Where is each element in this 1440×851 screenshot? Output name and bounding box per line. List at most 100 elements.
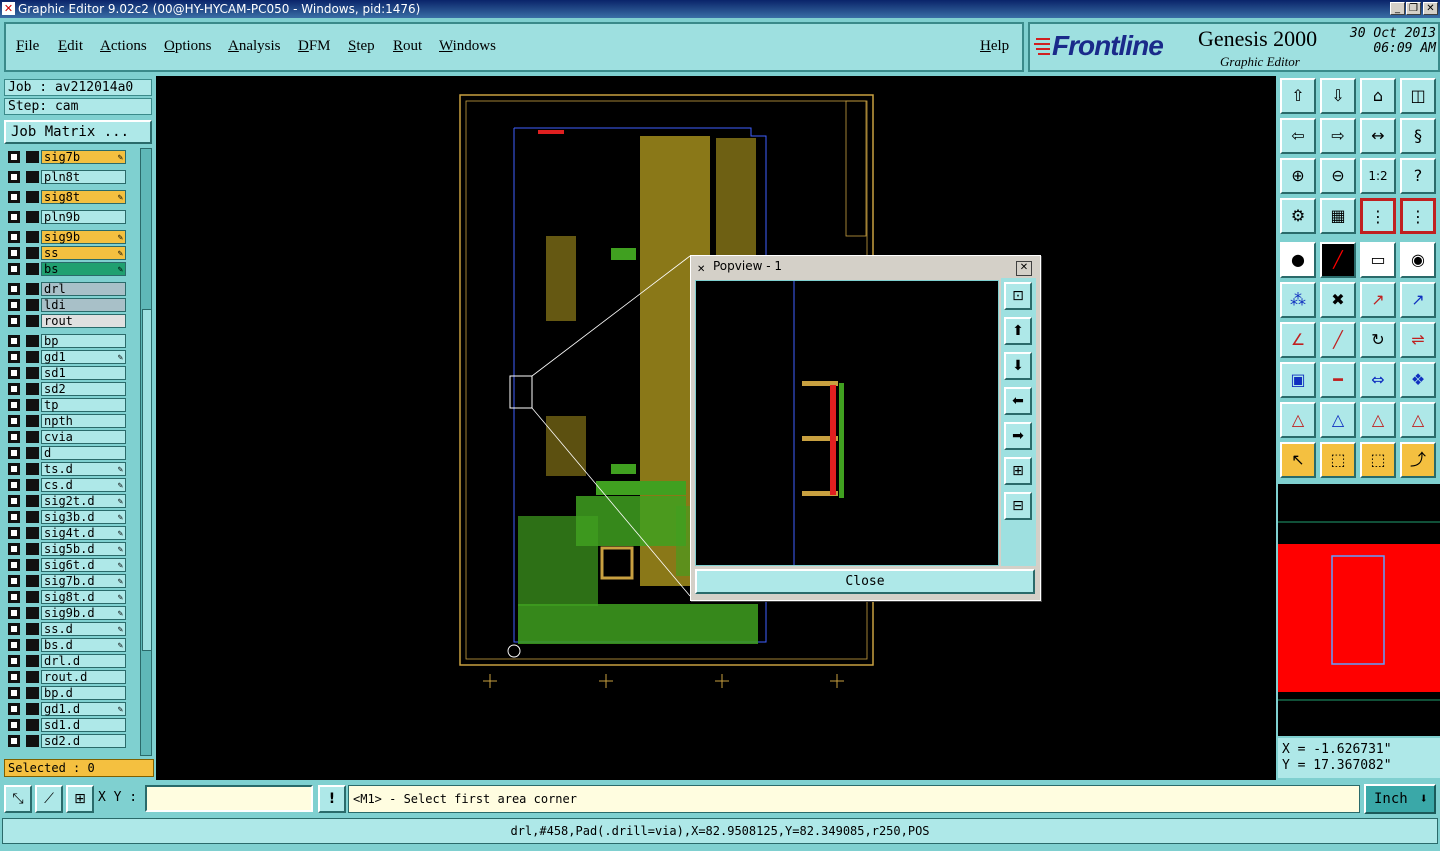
popview-canvas[interactable] xyxy=(695,280,999,566)
layer-name[interactable]: drl xyxy=(41,282,126,296)
layer-checkbox[interactable] xyxy=(8,367,20,379)
layer-color-swatch[interactable] xyxy=(26,735,39,747)
layer-checkbox[interactable] xyxy=(8,211,20,223)
layer-row[interactable]: pln8t xyxy=(4,170,138,184)
menu-dfm[interactable]: DFM xyxy=(298,38,331,55)
layer-checkbox[interactable] xyxy=(8,607,20,619)
layer-color-swatch[interactable] xyxy=(26,283,39,295)
layer-name[interactable]: bs ✎ xyxy=(41,262,126,276)
snap-alt-icon[interactable]: ⋮ xyxy=(1400,198,1436,234)
layer-name[interactable]: sig4t.d ✎ xyxy=(41,526,126,540)
layer-color-swatch[interactable] xyxy=(26,607,39,619)
layer-checkbox[interactable] xyxy=(8,351,20,363)
layer-name[interactable]: tp xyxy=(41,398,126,412)
layer-row[interactable]: sig3b.d ✎ xyxy=(4,510,138,524)
layer-name[interactable]: sig6t.d ✎ xyxy=(41,558,126,572)
mirror-icon[interactable]: ↔ xyxy=(1360,118,1396,154)
layer-row[interactable]: rout xyxy=(4,314,138,328)
popview-zoom-in-icon[interactable]: ⊞ xyxy=(1004,457,1032,485)
layer-name[interactable]: bp.d xyxy=(41,686,126,700)
help-icon[interactable]: ? xyxy=(1400,158,1436,194)
layer-row[interactable]: rout.d xyxy=(4,670,138,684)
layer-checkbox[interactable] xyxy=(8,479,20,491)
snap-grid-icon[interactable]: ⊞ xyxy=(66,785,94,813)
group-icon[interactable]: ❖ xyxy=(1400,362,1436,398)
layer-color-swatch[interactable] xyxy=(26,559,39,571)
layer-checkbox[interactable] xyxy=(8,703,20,715)
layer-row[interactable]: ss ✎ xyxy=(4,246,138,260)
move-point-icon[interactable]: ↗ xyxy=(1360,282,1396,318)
menu-edit[interactable]: Edit xyxy=(58,38,83,55)
layer-name[interactable]: sig3b.d ✎ xyxy=(41,510,126,524)
layer-color-swatch[interactable] xyxy=(26,399,39,411)
layer-list-scrollbar[interactable] xyxy=(140,148,152,756)
layer-checkbox[interactable] xyxy=(8,383,20,395)
menu-rout[interactable]: Rout xyxy=(393,38,422,55)
menu-help[interactable]: Help xyxy=(980,38,1009,55)
layer-color-swatch[interactable] xyxy=(26,415,39,427)
layer-color-swatch[interactable] xyxy=(26,639,39,651)
layer-row[interactable]: sd1 xyxy=(4,366,138,380)
layer-row[interactable]: tp xyxy=(4,398,138,412)
layer-checkbox[interactable] xyxy=(8,299,20,311)
menu-analysis[interactable]: Analysis xyxy=(228,38,281,55)
copy-point-icon[interactable]: ↗ xyxy=(1400,282,1436,318)
layer-checkbox[interactable] xyxy=(8,575,20,587)
layer-row[interactable]: drl.d xyxy=(4,654,138,668)
delete-icon[interactable]: ✖ xyxy=(1320,282,1356,318)
layer-color-swatch[interactable] xyxy=(26,231,39,243)
layer-row[interactable]: npth xyxy=(4,414,138,428)
layer-checkbox[interactable] xyxy=(8,559,20,571)
layer-color-swatch[interactable] xyxy=(26,299,39,311)
popview-close-button[interactable]: Close xyxy=(695,569,1035,594)
layer-checkbox[interactable] xyxy=(8,151,20,163)
layer-row[interactable]: gd1 ✎ xyxy=(4,350,138,364)
zoom-out-icon[interactable]: ⊖ xyxy=(1320,158,1356,194)
layer-color-swatch[interactable] xyxy=(26,211,39,223)
layer-name[interactable]: cs.d ✎ xyxy=(41,478,126,492)
layer-row[interactable]: sig5b.d ✎ xyxy=(4,542,138,556)
layer-name[interactable]: rout xyxy=(41,314,126,328)
popview-pan-down-icon[interactable]: ⬇ xyxy=(1004,352,1032,380)
scrollbar-thumb[interactable] xyxy=(142,309,152,651)
layer-color-swatch[interactable] xyxy=(26,655,39,667)
layer-color-swatch[interactable] xyxy=(26,383,39,395)
rotate-icon[interactable]: ↻ xyxy=(1360,322,1396,358)
triangle-d-icon[interactable]: △ xyxy=(1400,402,1436,438)
layer-name[interactable]: sig9b.d ✎ xyxy=(41,606,126,620)
units-button[interactable]: Inch ⬇ xyxy=(1364,784,1436,814)
layer-color-swatch[interactable] xyxy=(26,447,39,459)
menu-windows[interactable]: Windows xyxy=(439,38,496,55)
layer-name[interactable]: bp xyxy=(41,334,126,348)
resize-icon[interactable]: ⇔ xyxy=(1360,362,1396,398)
layer-color-swatch[interactable] xyxy=(26,687,39,699)
layer-name[interactable]: sd2.d xyxy=(41,734,126,748)
layer-checkbox[interactable] xyxy=(8,447,20,459)
layer-row[interactable]: bs.d ✎ xyxy=(4,638,138,652)
layer-checkbox[interactable] xyxy=(8,591,20,603)
layer-row[interactable]: sd2 xyxy=(4,382,138,396)
layer-name[interactable]: sd2 xyxy=(41,382,126,396)
layer-row[interactable]: cvia xyxy=(4,430,138,444)
menu-actions[interactable]: Actions xyxy=(100,38,147,55)
zoom-in-icon[interactable]: ⊕ xyxy=(1280,158,1316,194)
layer-name[interactable]: sig5b.d ✎ xyxy=(41,542,126,556)
minimize-button[interactable]: _ xyxy=(1390,2,1405,15)
layer-row[interactable]: sig7b.d ✎ xyxy=(4,574,138,588)
layer-row[interactable]: cs.d ✎ xyxy=(4,478,138,492)
layer-color-swatch[interactable] xyxy=(26,527,39,539)
layer-row[interactable]: sd2.d xyxy=(4,734,138,748)
add-pad-icon[interactable]: ● xyxy=(1280,242,1316,278)
layer-row[interactable]: sd1.d xyxy=(4,718,138,732)
settings-icon[interactable]: ⚙ xyxy=(1280,198,1316,234)
layer-checkbox[interactable] xyxy=(8,191,20,203)
layer-checkbox[interactable] xyxy=(8,543,20,555)
layer-row[interactable]: pln9b xyxy=(4,210,138,224)
layer-row[interactable]: sig8t.d ✎ xyxy=(4,590,138,604)
menu-step[interactable]: Step xyxy=(348,38,375,55)
layer-name[interactable]: ts.d ✎ xyxy=(41,462,126,476)
layer-name[interactable]: sig8t.d ✎ xyxy=(41,590,126,604)
layer-checkbox[interactable] xyxy=(8,263,20,275)
grid-icon[interactable]: ▦ xyxy=(1320,198,1356,234)
select-feature-icon[interactable]: ▣ xyxy=(1280,362,1316,398)
